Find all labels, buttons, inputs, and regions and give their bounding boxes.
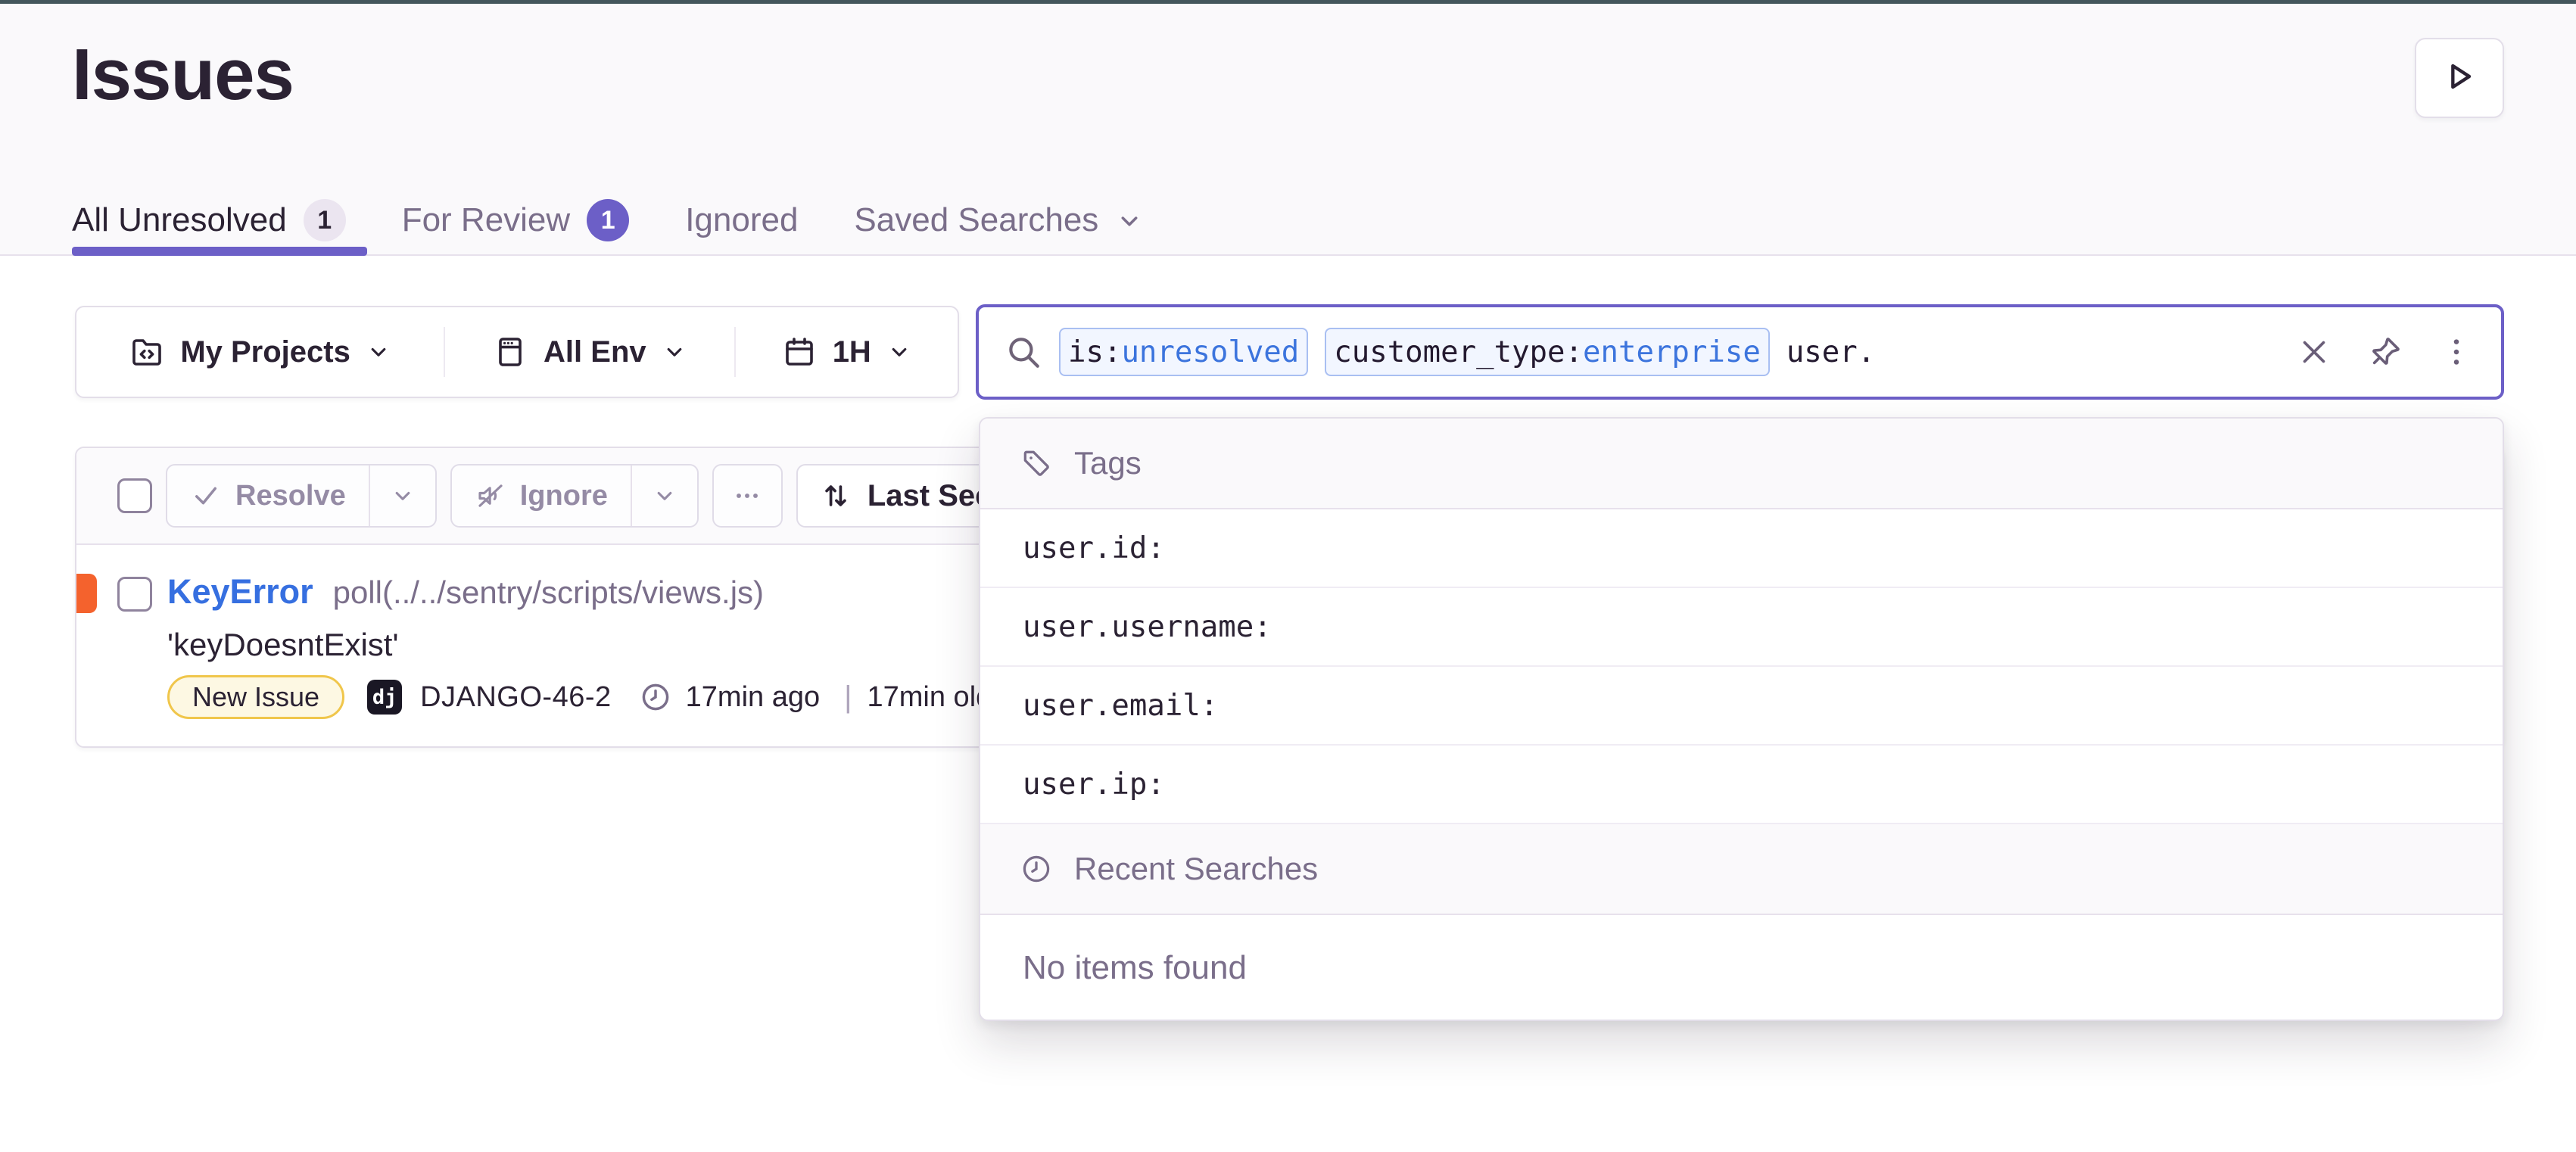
- select-all-checkbox[interactable]: [117, 478, 152, 513]
- pin-icon: [2368, 335, 2403, 369]
- tab-label: For Review: [402, 201, 571, 239]
- horizontal-dots-icon: [730, 479, 764, 512]
- active-tab-underline: [72, 247, 367, 256]
- recent-searches-title: Recent Searches: [1074, 851, 1318, 887]
- issue-short-id: DJANGO-46-2: [420, 681, 612, 714]
- tab-label: Ignored: [685, 201, 798, 239]
- resolve-label: Resolve: [235, 480, 346, 512]
- token-colon: :: [1104, 335, 1121, 369]
- issue-title-line: KeyError poll(../../sentry/scripts/views…: [167, 572, 764, 612]
- pin-search-button[interactable]: [2366, 333, 2404, 371]
- page-header: Issues All Unresolved 1 For Review 1 Ign…: [0, 0, 2576, 256]
- mute-icon: [475, 480, 506, 512]
- search-autocomplete-dropdown: Tags user.id: user.username: user.email:…: [979, 417, 2504, 1021]
- token-key: is: [1068, 335, 1104, 369]
- close-icon: [2297, 335, 2331, 369]
- issue-culprit: poll(../../sentry/scripts/views.js): [333, 574, 764, 611]
- resolve-split-button: Resolve: [166, 464, 437, 528]
- chevron-down-icon: [366, 339, 391, 365]
- search-typed-text[interactable]: user.: [1786, 335, 1875, 369]
- time-range-filter[interactable]: 1H: [736, 307, 958, 397]
- search-icon: [1005, 333, 1042, 371]
- resolve-button[interactable]: Resolve: [167, 465, 369, 526]
- issue-checkbox[interactable]: [117, 577, 152, 612]
- tab-label: Saved Searches: [854, 201, 1098, 239]
- token-value: enterprise: [1583, 335, 1761, 369]
- ignore-button[interactable]: Ignore: [452, 465, 631, 526]
- issue-age: 17min ago: [686, 681, 820, 714]
- tab-saved-searches[interactable]: Saved Searches: [854, 201, 1144, 239]
- sort-arrows-icon: [819, 479, 852, 512]
- clock-icon: [1020, 852, 1053, 886]
- error-level-indicator: [76, 574, 97, 613]
- tag-suggestion-user-id[interactable]: user.id:: [980, 509, 2503, 588]
- more-actions-button[interactable]: [712, 464, 783, 528]
- chevron-down-icon: [652, 483, 677, 509]
- search-actions: [2295, 333, 2475, 371]
- tags-section-header: Tags: [980, 419, 2503, 509]
- vertical-dots-icon: [2439, 335, 2474, 369]
- folder-code-icon: [129, 334, 165, 370]
- issue-meta-row: New Issue dj DJANGO-46-2 17min ago | 17m…: [167, 675, 992, 719]
- ignore-split-button: Ignore: [450, 464, 699, 528]
- projects-filter[interactable]: My Projects: [76, 307, 444, 397]
- ignore-label: Ignore: [520, 480, 608, 512]
- replay-tour-button[interactable]: [2415, 38, 2504, 118]
- django-platform-icon: dj: [367, 680, 402, 715]
- chevron-down-icon: [886, 339, 912, 365]
- chevron-down-icon: [390, 483, 416, 509]
- recent-searches-header: Recent Searches: [980, 824, 2503, 915]
- window-icon: [492, 334, 528, 370]
- age-separator: |: [844, 680, 852, 715]
- new-issue-badge: New Issue: [167, 675, 344, 719]
- tag-suggestion-user-email[interactable]: user.email:: [980, 667, 2503, 746]
- issue-message: 'keyDoesntExist': [167, 627, 398, 663]
- environment-filter[interactable]: All Env: [445, 307, 734, 397]
- search-token-is-unresolved[interactable]: is:unresolved: [1059, 328, 1308, 376]
- ignore-dropdown-button[interactable]: [631, 465, 697, 526]
- resolve-dropdown-button[interactable]: [369, 465, 435, 526]
- search-menu-button[interactable]: [2437, 333, 2475, 371]
- filter-bar: My Projects All Env 1H: [75, 306, 959, 398]
- issues-page: Issues All Unresolved 1 For Review 1 Ign…: [0, 0, 2576, 1152]
- time-range-label: 1H: [833, 335, 871, 369]
- token-colon: :: [1565, 335, 1583, 369]
- chevron-down-icon: [662, 339, 687, 365]
- tags-section-title: Tags: [1074, 445, 1142, 481]
- recent-searches-empty-state: No items found: [980, 915, 2503, 1021]
- calendar-icon: [781, 334, 818, 370]
- issues-tabs: All Unresolved 1 For Review 1 Ignored Sa…: [72, 194, 1144, 247]
- page-title: Issues: [72, 35, 294, 115]
- search-token-customer-type[interactable]: customer_type:enterprise: [1325, 328, 1770, 376]
- token-key: customer_type: [1334, 335, 1565, 369]
- tab-all-unresolved[interactable]: All Unresolved 1: [72, 199, 346, 241]
- chevron-down-icon: [1115, 206, 1144, 235]
- tab-label: All Unresolved: [72, 201, 287, 239]
- projects-filter-label: My Projects: [180, 335, 350, 369]
- play-icon: [2440, 57, 2479, 100]
- tab-for-review[interactable]: For Review 1: [402, 199, 630, 241]
- check-icon: [190, 480, 222, 512]
- issue-title-link[interactable]: KeyError: [167, 572, 313, 612]
- issue-search-bar[interactable]: is:unresolved customer_type:enterprise u…: [976, 304, 2504, 400]
- clock-icon: [639, 680, 672, 714]
- environment-filter-label: All Env: [544, 335, 646, 369]
- tag-icon: [1020, 447, 1053, 480]
- tab-ignored[interactable]: Ignored: [685, 201, 798, 239]
- clear-search-button[interactable]: [2295, 333, 2333, 371]
- tab-count-badge: 1: [304, 199, 346, 241]
- tag-suggestion-user-ip[interactable]: user.ip:: [980, 746, 2503, 824]
- tab-count-badge: 1: [587, 199, 629, 241]
- tag-suggestion-user-username[interactable]: user.username:: [980, 588, 2503, 667]
- token-value: unresolved: [1121, 335, 1299, 369]
- issue-lifetime: 17min old: [867, 681, 992, 714]
- top-accent-strip: [0, 0, 2576, 4]
